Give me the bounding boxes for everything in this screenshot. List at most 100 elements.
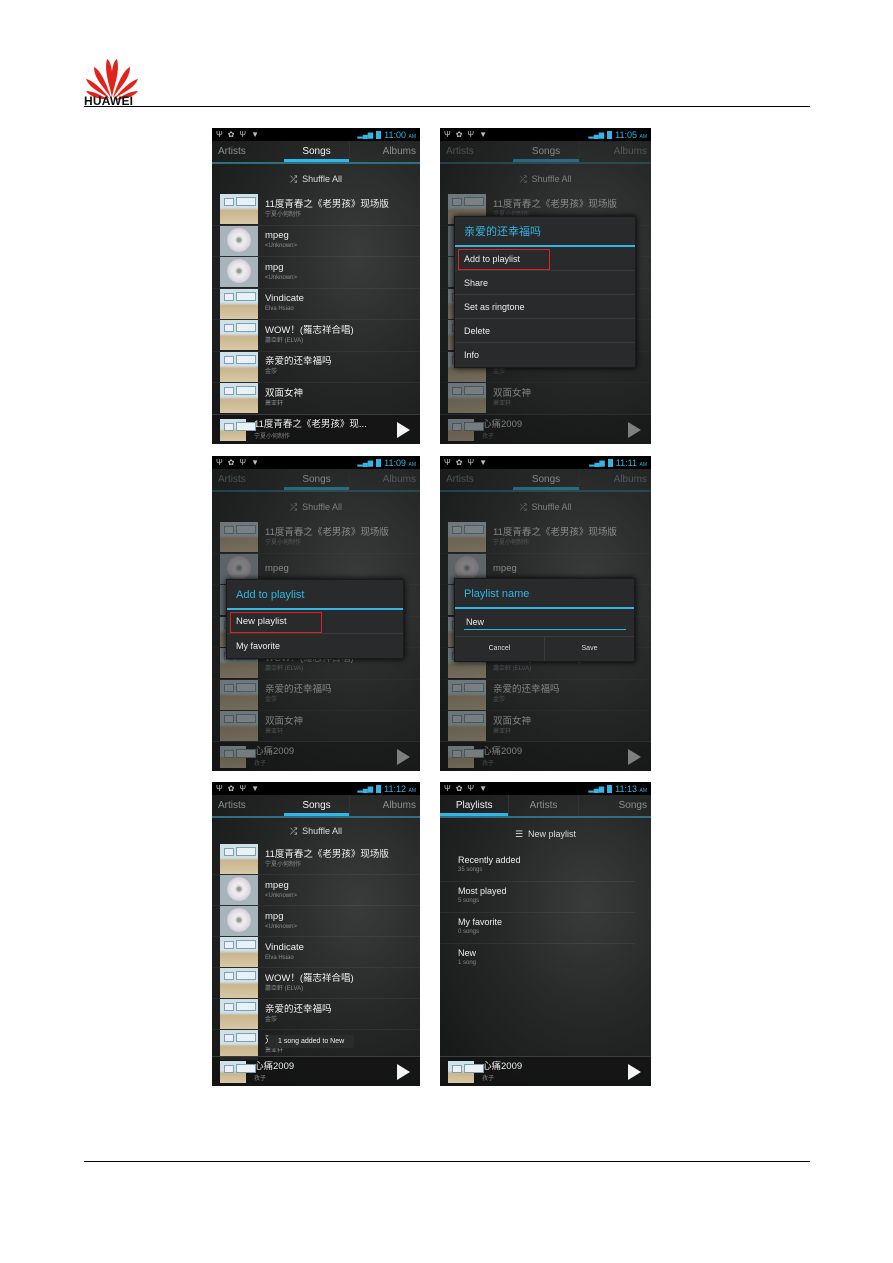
tab-albums[interactable]: Albums xyxy=(579,141,651,162)
now-playing-bar[interactable]: 心痛2009 孜子 xyxy=(440,414,651,444)
tab-songs[interactable]: Songs xyxy=(283,795,350,816)
song-title: mpg xyxy=(265,910,284,922)
battery-icon xyxy=(607,130,613,139)
cancel-button[interactable]: Cancel xyxy=(455,637,544,661)
play-icon[interactable] xyxy=(397,748,410,765)
tab-artists[interactable]: Artists xyxy=(212,469,284,490)
song-title: 亲爱的还幸福吗 xyxy=(265,356,332,368)
song-row[interactable]: Vindicate Elva Hsiao xyxy=(212,288,420,320)
play-icon[interactable] xyxy=(397,1063,410,1080)
tab-songs[interactable]: Songs xyxy=(577,795,651,816)
shuffle-all-button[interactable]: ⤮ Shuffle All xyxy=(212,164,420,194)
tab-artists[interactable]: Artists xyxy=(508,795,577,816)
status-bar: Ψ ✿ Ψ ▼ ▂▄▆ 11:09 AM xyxy=(212,456,420,469)
song-row[interactable]: 11度青春之《老男孩》现场版 宁夏小何制作 xyxy=(212,522,420,554)
song-row[interactable]: 双面女神萧亚轩 xyxy=(440,711,651,743)
tab-artists[interactable]: Artists xyxy=(440,141,513,162)
song-row[interactable]: 亲爱的还幸福吗金莎 xyxy=(440,679,651,712)
song-row[interactable]: mpg <Unknown> xyxy=(212,906,420,937)
playlist-name: New xyxy=(458,948,477,958)
menu-item-my-favorite[interactable]: My favorite xyxy=(227,634,403,658)
play-icon[interactable] xyxy=(397,421,410,438)
song-title: mpeg xyxy=(265,562,289,574)
song-row[interactable]: 11度青春之《老男孩》现场版 宁夏小何制作 xyxy=(212,194,420,226)
song-row[interactable]: WOW！(羅志祥合唱)蕭亞軒 (ELVA) xyxy=(212,968,420,999)
song-row[interactable]: 11度青春之《老男孩》现场版 宁夏小何制作 xyxy=(212,844,420,875)
playlist-item[interactable]: Recently added 35 songs xyxy=(440,851,635,882)
song-row[interactable]: 亲爱的还幸福吗金莎 xyxy=(212,351,420,383)
play-icon[interactable] xyxy=(628,421,641,438)
song-row[interactable]: 亲爱的还幸福吗金莎 xyxy=(212,999,420,1030)
song-row[interactable]: WOW！(羅志祥合唱)蕭亞軒 (ELVA) xyxy=(212,320,420,352)
song-row[interactable]: Vindicate Elva Hsiao xyxy=(212,937,420,968)
shuffle-all-button[interactable]: ⤮ Shuffle All xyxy=(212,818,420,844)
shuffle-all-button[interactable]: ⤮ Shuffle All xyxy=(440,164,651,194)
song-row[interactable]: 双面女神萧亚轩 xyxy=(212,711,420,743)
now-playing-artist: 孜子 xyxy=(254,761,267,767)
song-row[interactable]: mpeg <Unknown> xyxy=(212,875,420,906)
menu-item-info[interactable]: Info xyxy=(455,343,635,367)
song-artist: Elva Hsiao xyxy=(265,306,294,313)
menu-item-new-playlist[interactable]: New playlist xyxy=(227,610,403,634)
tab-artists[interactable]: Artists xyxy=(212,141,284,162)
tab-albums[interactable]: Albums xyxy=(349,795,420,816)
signal-icon: ▂▄▆ xyxy=(357,459,374,467)
shuffle-all-button[interactable]: ⤮ Shuffle All xyxy=(440,492,651,522)
song-artist: 金莎 xyxy=(265,369,278,376)
shuffle-all-button[interactable]: ⤮ Shuffle All xyxy=(212,492,420,522)
playlist-item[interactable]: New 1 song xyxy=(440,944,635,975)
tab-bar: Artists Songs Albums xyxy=(212,469,420,492)
song-artist: 金莎 xyxy=(265,697,278,704)
tab-albums[interactable]: Albums xyxy=(349,469,420,490)
tab-songs[interactable]: Songs xyxy=(283,141,350,162)
play-icon[interactable] xyxy=(628,748,641,765)
song-artist: 蕭亞軒 (ELVA) xyxy=(265,665,304,672)
clock: 11:05 AM xyxy=(615,129,647,140)
now-playing-bar[interactable]: 心痛2009 孜子 xyxy=(212,1056,420,1086)
screenshot-songs-list: Ψ ✿ Ψ ▼ ▂▄▆ 11:00 AM Artists Songs Albums ⤮ S… xyxy=(212,128,420,444)
song-row[interactable]: 亲爱的还幸福吗金莎 xyxy=(212,679,420,712)
song-row[interactable]: mpg <Unknown> xyxy=(212,257,420,289)
song-row[interactable]: 双面女神萧亚轩 xyxy=(440,383,651,415)
tab-songs[interactable]: Songs xyxy=(283,469,350,490)
save-button[interactable]: Save xyxy=(544,637,634,661)
play-icon[interactable] xyxy=(628,1063,641,1080)
playlist-add-icon: ☰ xyxy=(514,829,524,839)
now-playing-bar[interactable]: 心痛2009 孜子 xyxy=(212,741,420,771)
notification-icon: ✿ xyxy=(227,458,235,467)
new-playlist-button[interactable]: ☰ New playlist xyxy=(440,818,651,851)
song-title: 双面女神 xyxy=(493,715,532,727)
song-row[interactable]: 双面女神萧亚轩 xyxy=(212,383,420,415)
song-artist: 金莎 xyxy=(493,369,506,376)
tab-artists[interactable]: Artists xyxy=(212,795,284,816)
song-row[interactable]: 11度青春之《老男孩》现场版 宁夏小何制作 xyxy=(440,522,651,554)
song-row[interactable]: mpeg <Unknown> xyxy=(212,225,420,257)
screenshot-song-added: Ψ ✿ Ψ ▼ ▂▄▆ 11:12 AM Artists Songs Albums ⤮ S… xyxy=(212,782,420,1086)
album-art xyxy=(448,745,484,768)
now-playing-bar[interactable]: 11度青春之《老男孩》现... 宁夏小何制作 xyxy=(212,414,420,444)
now-playing-bar[interactable]: 心痛2009 孜子 xyxy=(440,1056,651,1086)
tab-playlists[interactable]: Playlists xyxy=(440,795,509,816)
tab-songs[interactable]: Songs xyxy=(512,469,580,490)
album-art xyxy=(220,194,258,225)
tab-albums[interactable]: Albums xyxy=(579,469,651,490)
song-artist: 宁夏小何制作 xyxy=(265,539,302,546)
tab-artists[interactable]: Artists xyxy=(440,469,513,490)
menu-item-set-as-ringtone[interactable]: Set as ringtone xyxy=(455,295,635,319)
battery-icon xyxy=(607,458,613,467)
album-art xyxy=(220,679,258,710)
menu-item-share[interactable]: Share xyxy=(455,271,635,295)
tab-bar: Artists Songs Albums xyxy=(440,469,651,492)
album-art xyxy=(220,1060,256,1083)
tab-songs[interactable]: Songs xyxy=(512,141,580,162)
menu-item-delete[interactable]: Delete xyxy=(455,319,635,343)
playlist-item[interactable]: Most played 5 songs xyxy=(440,882,635,913)
album-art xyxy=(448,418,484,441)
playlist-item[interactable]: My favorite 0 songs xyxy=(440,913,635,944)
tab-albums[interactable]: Albums xyxy=(349,141,420,162)
song-title: 双面女神 xyxy=(265,387,304,399)
now-playing-artist: 孜子 xyxy=(482,761,495,767)
playlist-name-input[interactable] xyxy=(464,615,626,630)
now-playing-bar[interactable]: 心痛2009 孜子 xyxy=(440,741,651,771)
menu-item-add-to-playlist[interactable]: Add to playlist xyxy=(455,247,635,271)
